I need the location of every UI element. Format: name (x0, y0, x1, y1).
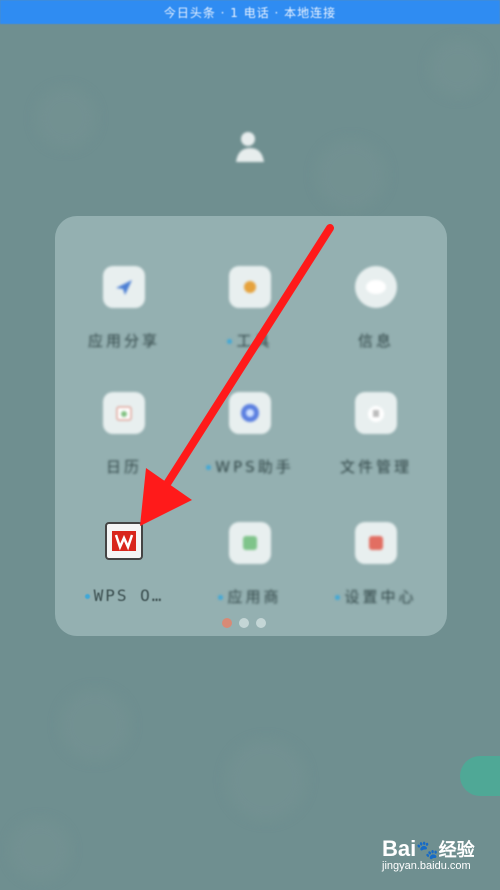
app-tool[interactable]: 工具 (195, 266, 305, 376)
status-banner: 今日头条 · 1 电话 · 本地连接 (0, 0, 500, 24)
new-dot (335, 595, 341, 600)
background-blob (10, 820, 70, 880)
page-indicator (222, 618, 266, 628)
background-blob (430, 40, 486, 96)
app-label: WPS助手 (195, 456, 305, 477)
new-dot (227, 339, 233, 344)
app-label: WPS O… (69, 586, 179, 605)
page-dot[interactable] (239, 618, 249, 628)
floating-assist-button[interactable] (460, 756, 500, 796)
app-label: 设置中心 (321, 586, 431, 607)
user-icon (232, 128, 268, 164)
app-wps-office[interactable]: WPS O… (69, 522, 179, 632)
new-dot (218, 595, 224, 600)
app-label: 信息 (357, 332, 394, 350)
new-dot (206, 465, 212, 470)
store-app-icon (229, 522, 271, 564)
app-message[interactable]: 信息 (321, 266, 431, 376)
app-label: 文件管理 (339, 458, 412, 476)
app-label: 应用商 (195, 586, 305, 607)
page-dot-active[interactable] (222, 618, 232, 628)
files-app-icon (355, 392, 397, 434)
baidu-jingyan-watermark: Bai🐾经验 jingyan.baidu.com (382, 836, 492, 886)
app-store[interactable]: 应用商 (195, 522, 305, 632)
sun-app-icon (229, 266, 271, 308)
app-settings[interactable]: 设置中心 (321, 522, 431, 632)
app-label: 日历 (105, 458, 142, 476)
page-dot[interactable] (256, 618, 266, 628)
background-blob (316, 140, 386, 210)
calendar-app-icon (103, 392, 145, 434)
app-label: 工具 (195, 330, 305, 351)
send-app-icon (103, 266, 145, 308)
message-app-icon (355, 266, 397, 308)
app-folder: 应用分享 工具 信息 日历 WPS助手 文件管理 WPS O… 应用商 设置中心 (55, 216, 447, 636)
app-send[interactable]: 应用分享 (69, 266, 179, 376)
watermark-brand-cn: 经验 (438, 840, 475, 860)
settings-app-icon (355, 522, 397, 564)
background-blob (36, 88, 96, 148)
browser-app-icon (229, 392, 271, 434)
app-label: 应用分享 (87, 332, 160, 350)
watermark-url: jingyan.baidu.com (382, 860, 471, 872)
app-files[interactable]: 文件管理 (321, 392, 431, 502)
watermark-brand: Bai (382, 836, 417, 861)
new-dot (84, 594, 90, 599)
wps-office-icon (105, 522, 143, 560)
app-wps-helper[interactable]: WPS助手 (195, 392, 305, 502)
background-blob (60, 690, 130, 760)
paw-icon: 🐾 (416, 840, 439, 860)
background-blob (226, 740, 306, 820)
app-calendar[interactable]: 日历 (69, 392, 179, 502)
